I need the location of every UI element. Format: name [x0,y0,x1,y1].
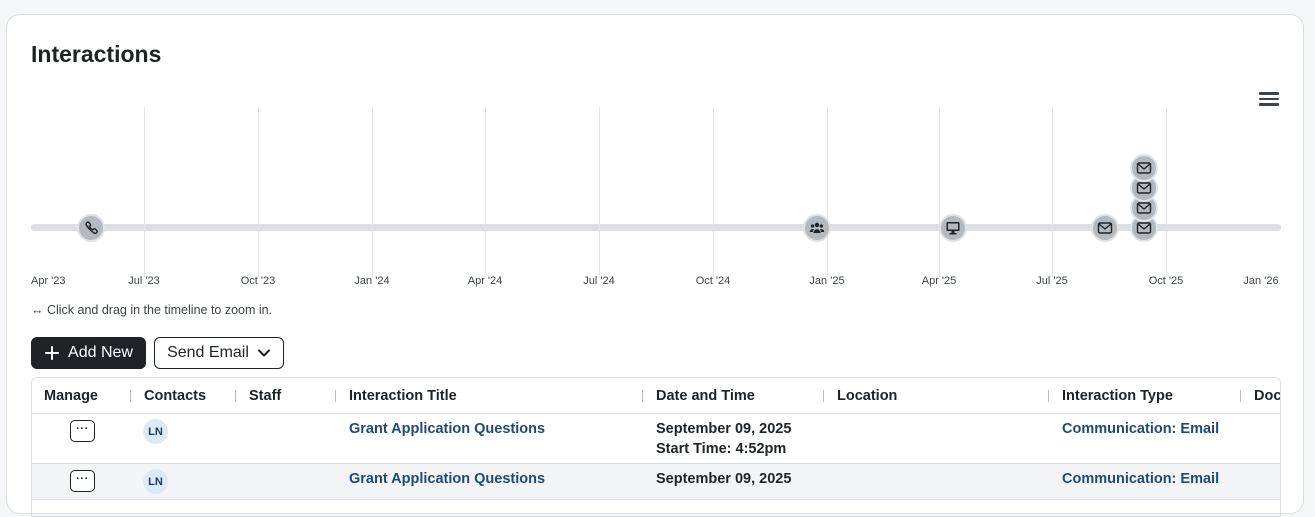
avatar[interactable]: LN [143,419,168,444]
timeline-gridline [713,107,714,277]
chevron-down-icon [257,349,270,357]
timeline-gridline [1166,107,1167,277]
timeline-gridline [939,107,940,277]
add-new-label: Add New [68,344,133,361]
timeline-tick-label: Apr '24 [467,275,503,287]
manage-menu-button[interactable]: ··· [70,470,95,492]
timeline-gridline [258,107,259,277]
email-icon [1097,222,1113,234]
col-staff[interactable]: Staff [249,388,281,404]
col-interaction-title[interactable]: Interaction Title [349,388,457,404]
table-row: ··· LN Grant Application Questions Septe… [32,464,1280,500]
interaction-title-link[interactable]: Grant Application Questions [349,421,545,437]
timeline-gridline [485,107,486,277]
timeline-tick-label: Oct '23 [240,275,276,287]
timeline-event-marker[interactable] [77,214,105,242]
timeline-event-marker[interactable] [803,214,831,242]
more-icon: ··· [76,472,89,485]
timeline-gridline [1052,107,1053,277]
email-icon [1136,162,1152,174]
timeline-chart[interactable]: Apr '23 Jul '23 Oct '23 Jan '24 Apr '24 Jul '… [31,107,1281,297]
timeline-gridline [372,107,373,277]
send-email-label: Send Email [167,344,249,361]
col-resizer[interactable] [235,390,236,402]
col-resizer[interactable] [642,390,643,402]
avatar[interactable]: LN [143,469,168,494]
interactions-table: Manage Contacts Staff Interaction Title … [31,377,1281,517]
computer-icon [946,222,960,235]
col-resizer[interactable] [1048,390,1049,402]
timeline-tick-label: Jan '24 [354,275,390,287]
add-new-button[interactable]: Add New [31,337,146,369]
timeline-gridline [827,107,828,277]
table-row: ··· LN Grant Application Questions Septe… [32,414,1280,464]
timeline-tick-label: Jul '23 [128,275,160,287]
interaction-type-link[interactable]: Communication: Email [1062,471,1219,487]
timeline-event-marker[interactable] [1130,154,1158,182]
interaction-type-link[interactable]: Communication: Email [1062,421,1219,437]
timeline-tick-label: Jan '26 [1243,275,1279,287]
timeline-tick-label: Jul '24 [583,275,615,287]
zoom-hint: ↔ Click and drag in the timeline to zoom… [31,303,273,317]
col-resizer[interactable] [130,390,131,402]
col-resizer[interactable] [1240,390,1241,402]
col-documents[interactable]: Doc [1254,388,1280,404]
plus-icon [45,346,60,360]
more-icon: ··· [76,422,89,435]
col-interaction-type[interactable]: Interaction Type [1062,388,1173,404]
timeline-tick-label: Apr '25 [921,275,957,287]
email-icon [1136,202,1152,214]
chart-menu-icon[interactable] [1259,92,1279,108]
col-resizer[interactable] [823,390,824,402]
timeline-event-marker[interactable] [1091,214,1119,242]
manage-menu-button[interactable]: ··· [70,420,95,442]
email-icon [1136,222,1152,234]
col-contacts[interactable]: Contacts [144,388,206,404]
timeline-event-marker[interactable] [939,214,967,242]
timeline-gridline [599,107,600,277]
timeline-tick-label: Oct '25 [1148,275,1184,287]
timeline-tick-label: Jul '25 [1036,275,1068,287]
timeline-gridline [144,107,145,277]
email-icon [1136,182,1152,194]
interaction-date: September 09, 2025 [656,471,792,487]
timeline-tick-label: Apr '23 [31,275,66,287]
meeting-icon [809,222,825,233]
col-manage[interactable]: Manage [44,388,98,404]
timeline-tick-label: Jan '25 [809,275,845,287]
col-location[interactable]: Location [837,388,897,404]
interaction-title-link[interactable]: Grant Application Questions [349,471,545,487]
col-date-time[interactable]: Date and Time [656,388,755,404]
interaction-start-time: Start Time: 4:52pm [656,441,787,457]
page-title: Interactions [31,41,162,67]
interactions-card: Interactions Apr '23 Jul '23 Oct '23 Jan '2… [6,14,1304,517]
table-header: Manage Contacts Staff Interaction Title … [32,378,1280,414]
interaction-date: September 09, 2025 [656,421,792,437]
col-resizer[interactable] [335,390,336,402]
send-email-dropdown[interactable]: Send Email [154,337,284,369]
phone-icon [85,221,98,235]
timeline-tick-label: Oct '24 [695,275,731,287]
